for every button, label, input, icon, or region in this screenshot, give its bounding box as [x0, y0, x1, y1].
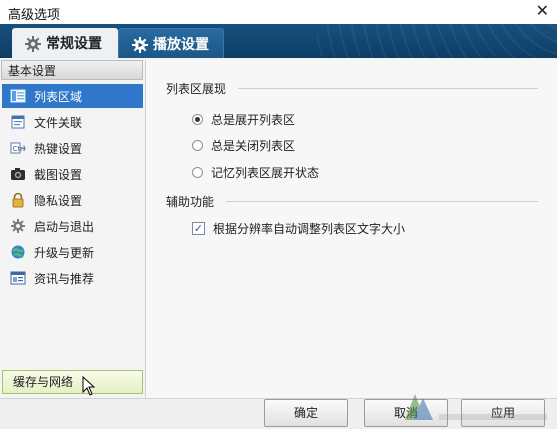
- button-bar: 确定 取消 应用: [0, 398, 557, 429]
- sidebar-item-label: 热键设置: [34, 141, 83, 156]
- section-divider: [238, 88, 538, 89]
- sidebar-item-news[interactable]: 资讯与推荐: [2, 266, 143, 290]
- checkbox-auto-font-size[interactable]: ✓ 根据分辨率自动调整列表区文字大小: [192, 220, 405, 237]
- radio-label: 总是展开列表区: [211, 113, 296, 127]
- sidebar-item-label: 启动与退出: [34, 219, 95, 234]
- sidebar: 基本设置 列表区域 文件关联 Ctrl + 热键设置 截图设置 隐私设置 启动与退…: [0, 60, 146, 398]
- sidebar-header[interactable]: 基本设置: [1, 60, 143, 80]
- settings-panel: 列表区展现 总是展开列表区 总是关闭列表区 记忆列表区展开状态 辅助功能 ✓ 根…: [146, 60, 557, 398]
- radio-button[interactable]: [192, 140, 203, 151]
- tab-play-settings[interactable]: 播放设置: [118, 28, 224, 58]
- ok-button[interactable]: 确定: [264, 399, 348, 427]
- sidebar-item-privacy[interactable]: 隐私设置: [2, 188, 143, 212]
- sidebar-item-startup[interactable]: 启动与退出: [2, 214, 143, 238]
- sidebar-item-label: 资讯与推荐: [34, 271, 95, 286]
- sidebar-item-cache-network[interactable]: 缓存与网络: [2, 370, 143, 394]
- header-band: 常规设置 播放设置: [0, 24, 557, 58]
- sidebar-item-list-area[interactable]: 列表区域: [2, 84, 143, 108]
- radio-always-expand[interactable]: 总是展开列表区: [192, 111, 295, 128]
- radio-label: 记忆列表区展开状态: [211, 166, 320, 180]
- hotkey-icon: Ctrl +: [10, 140, 28, 156]
- radio-button[interactable]: [192, 114, 203, 125]
- tab-label: 常规设置: [46, 36, 102, 52]
- sidebar-item-screenshot[interactable]: 截图设置: [2, 162, 143, 186]
- sidebar-item-label: 升级与更新: [34, 245, 95, 260]
- lock-icon: [10, 192, 26, 208]
- file-assoc-icon: [10, 114, 26, 130]
- apply-button[interactable]: 应用: [461, 399, 545, 427]
- startup-gear-icon: [10, 218, 26, 234]
- section-title-accessibility: 辅助功能: [166, 195, 215, 209]
- sidebar-item-label: 文件关联: [34, 115, 83, 130]
- sidebar-item-hotkey[interactable]: Ctrl + 热键设置: [2, 136, 143, 160]
- tab-general-settings[interactable]: 常规设置: [12, 28, 118, 58]
- radio-label: 总是关闭列表区: [211, 139, 296, 153]
- sidebar-item-label: 列表区域: [34, 89, 83, 104]
- mouse-cursor-icon: [82, 376, 96, 396]
- list-panel-icon: [10, 88, 26, 104]
- section-title-list-display: 列表区展现: [166, 82, 227, 96]
- checkbox[interactable]: ✓: [192, 222, 205, 235]
- cancel-button[interactable]: 取消: [364, 399, 448, 427]
- svg-text:+: +: [21, 144, 26, 153]
- window-title: 高级选项: [8, 8, 61, 23]
- section-divider: [226, 201, 538, 202]
- radio-always-close[interactable]: 总是关闭列表区: [192, 137, 295, 154]
- gear-play-icon: [131, 36, 148, 53]
- sidebar-item-update[interactable]: 升级与更新: [2, 240, 143, 264]
- sidebar-item-label: 截图设置: [34, 167, 83, 182]
- radio-remember-state[interactable]: 记忆列表区展开状态: [192, 164, 319, 181]
- camera-icon: [10, 166, 26, 182]
- radio-button[interactable]: [192, 167, 203, 178]
- close-icon[interactable]: ✕: [536, 2, 549, 20]
- news-icon: [10, 270, 26, 286]
- title-bar: 高级选项 ✕: [0, 0, 557, 25]
- checkbox-label: 根据分辨率自动调整列表区文字大小: [213, 222, 406, 236]
- sidebar-item-label: 隐私设置: [34, 193, 83, 208]
- gear-icon: [24, 35, 41, 52]
- tab-label: 播放设置: [153, 36, 209, 53]
- globe-update-icon: [10, 244, 26, 260]
- sidebar-item-file-assoc[interactable]: 文件关联: [2, 110, 143, 134]
